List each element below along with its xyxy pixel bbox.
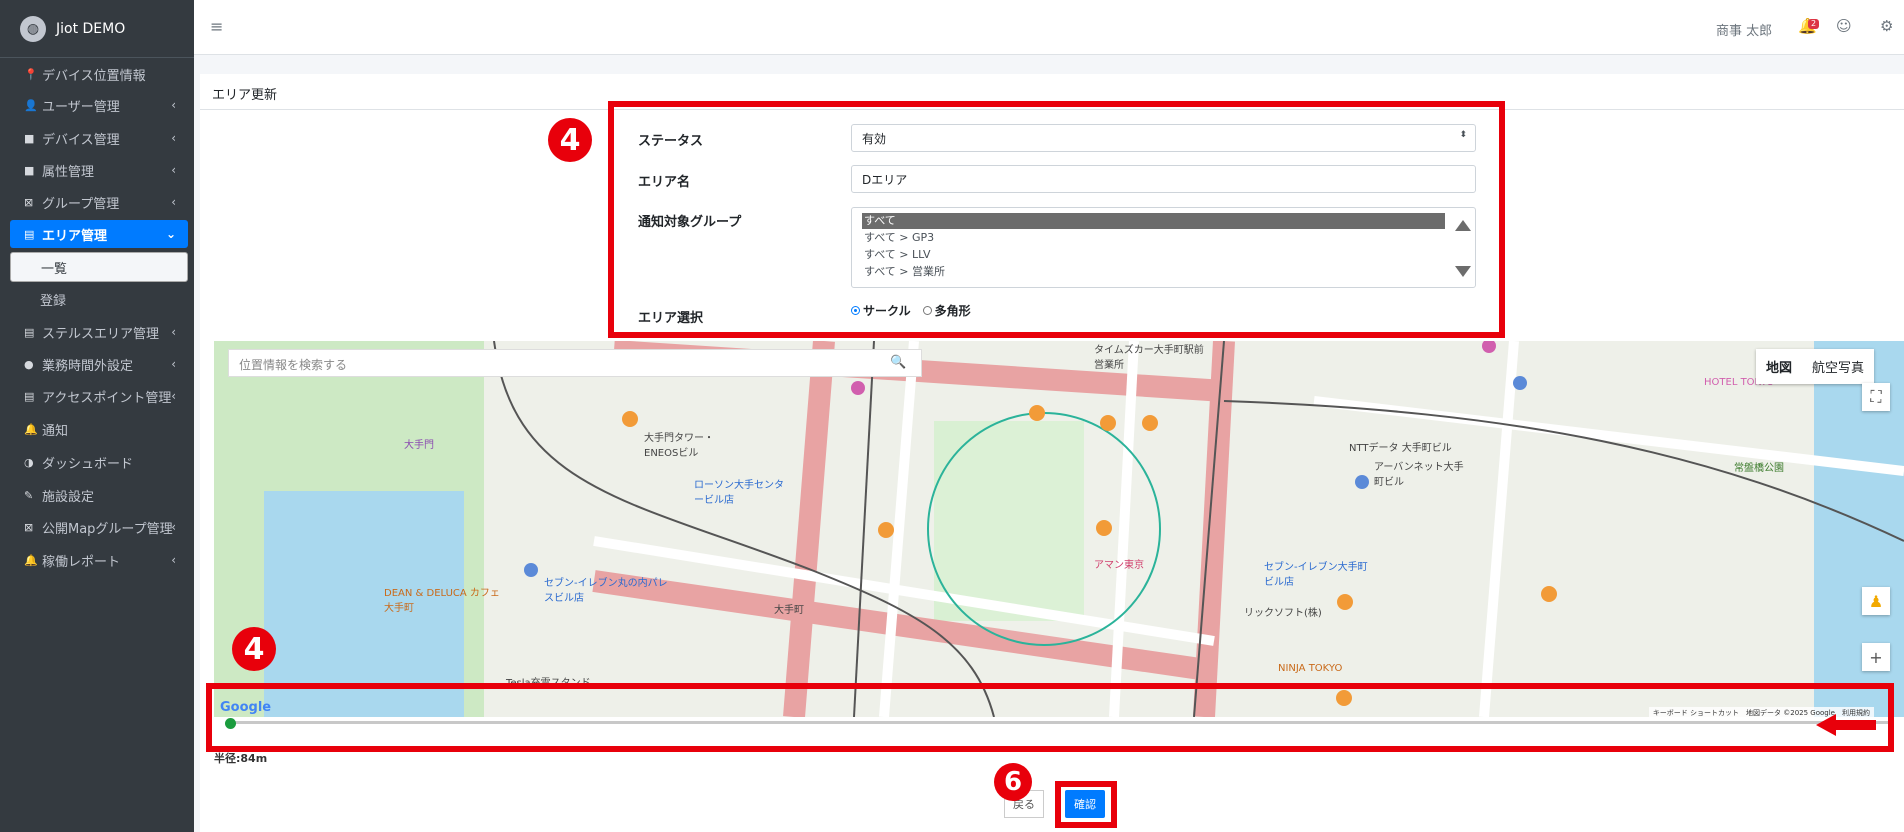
group-icon: ⊠ <box>24 520 34 534</box>
gear-icon[interactable]: ⚙ <box>1880 17 1893 35</box>
user-name[interactable]: 商事 太郎 <box>1716 20 1772 39</box>
map-label: タイムズカー大手町駅前営業所 <box>1094 345 1204 371</box>
sidebar-item-facility[interactable]: ✎ 施設設定 <box>10 481 188 509</box>
bell-icon: 🔔 <box>24 422 38 436</box>
sidebar-item-stealth-area[interactable]: ▤ ステルスエリア管理 ‹ <box>10 318 188 346</box>
chevron-left-icon: ‹ <box>171 389 176 403</box>
app-title: Jiot DEMO <box>56 20 126 37</box>
sidebar-item-access-point[interactable]: ▤ アクセスポイント管理 ‹ <box>10 382 188 410</box>
map-label: NINJA TOKYO <box>1278 663 1343 674</box>
map-label: ローソン大手センタービル店 <box>694 480 784 506</box>
fullscreen-icon[interactable]: ⛶ <box>1862 383 1890 411</box>
sidebar-item-users[interactable]: 👤 ユーザー管理 ‹ <box>10 91 188 119</box>
map-type-toggle: 地図 航空写真 <box>1756 349 1875 384</box>
annotation-number: 6 <box>994 763 1032 801</box>
sidebar-item-public-map-groups[interactable]: ⊠ 公開Mapグループ管理 ‹ <box>10 513 188 541</box>
zoom-in-icon[interactable]: + <box>1862 643 1890 671</box>
map-label: セブン-イレブン大手町ビル店 <box>1264 562 1368 588</box>
chevron-left-icon: ‹ <box>171 163 176 177</box>
annotation-number: 4 <box>548 118 592 162</box>
annotation-box-form <box>608 101 1505 338</box>
chevron-left-icon: ‹ <box>171 520 176 534</box>
map-label: 大手門タワー・ENEOSビル <box>644 433 714 459</box>
sidebar-item-attributes[interactable]: ■ 属性管理 ‹ <box>10 156 188 184</box>
chevron-left-icon: ‹ <box>171 357 176 371</box>
map-label: セブン-イレブン丸の内パレスビル店 <box>544 578 668 604</box>
chevron-left-icon: ‹ <box>171 195 176 209</box>
top-navbar: ≡ 商事 太郎 🔔 2 ☺ ⚙ <box>194 0 1904 55</box>
annotation-box-confirm <box>1055 781 1117 828</box>
sidebar-item-notifications[interactable]: 🔔 通知 <box>10 415 188 443</box>
user-icon: 👤 <box>24 98 38 112</box>
dashboard-icon: ◑ <box>24 455 34 469</box>
map-type-satellite[interactable]: 航空写真 <box>1802 349 1874 384</box>
sidebar-item-devices[interactable]: ■ デバイス管理 ‹ <box>10 124 188 152</box>
map-icon: ▤ <box>24 325 35 339</box>
chevron-left-icon: ‹ <box>171 131 176 145</box>
map-label: 大手門 <box>404 440 434 451</box>
street-view-icon[interactable]: ♟ <box>1862 587 1890 615</box>
bell-icon: 🔔 <box>24 553 38 567</box>
group-icon: ⊠ <box>24 195 34 209</box>
map-label: 大手町 <box>774 605 804 616</box>
map-type-map[interactable]: 地図 <box>1756 349 1802 384</box>
list-icon: ■ <box>24 163 35 177</box>
map-icon: ▤ <box>24 389 35 403</box>
device-icon: ■ <box>24 131 35 145</box>
sidebar-sub-register[interactable]: 登録 <box>10 284 188 314</box>
wrench-icon: ✎ <box>24 488 34 502</box>
map-label: リックソフト(株) <box>1244 608 1322 619</box>
map-label: アーバンネット大手町ビル <box>1374 462 1464 488</box>
sidebar-item-area-management[interactable]: ▤ エリア管理 ⌄ <box>10 220 188 248</box>
sidebar-item-device-location[interactable]: 📍 デバイス位置情報 <box>10 60 188 88</box>
map-label: 常盤橋公園 <box>1734 463 1784 474</box>
notification-badge: 2 <box>1808 19 1819 29</box>
brand[interactable]: ◍ Jiot DEMO <box>0 0 194 58</box>
sidebar-sub-list[interactable]: 一覧 <box>10 252 188 282</box>
map-graphics <box>214 341 1904 717</box>
hamburger-icon[interactable]: ≡ <box>210 17 223 36</box>
map-label: DEAN & DELUCA カフェ 大手町 <box>384 588 500 614</box>
map-icon: ▤ <box>24 227 35 241</box>
sidebar-item-off-hours[interactable]: ● 業務時間外設定 ‹ <box>10 350 188 378</box>
sidebar-item-groups[interactable]: ⊠ グループ管理 ‹ <box>10 188 188 216</box>
sidebar-item-dashboard[interactable]: ◑ ダッシュボード <box>10 448 188 476</box>
radius-value: 半径:84m <box>214 752 268 765</box>
user-icon[interactable]: ☺ <box>1836 17 1852 35</box>
chevron-left-icon: ‹ <box>171 553 176 567</box>
sidebar: ◍ Jiot DEMO 📍 デバイス位置情報 👤 ユーザー管理 ‹ ■ デバイス管理 ‹ … <box>0 0 194 832</box>
chevron-left-icon: ‹ <box>171 325 176 339</box>
map-marker-icon: 📍 <box>24 67 38 81</box>
globe-icon: ◍ <box>20 15 46 42</box>
map-label: NTTデータ 大手町ビル <box>1349 443 1452 454</box>
chevron-left-icon: ‹ <box>171 98 176 112</box>
map-view[interactable]: 大手門 大手門タワー・ENEOSビル ローソン大手センタービル店 セブン-イレブ… <box>214 341 1904 717</box>
map-search-input[interactable]: 位置情報を検索する <box>228 349 922 377</box>
left-arrow-icon <box>1816 714 1876 736</box>
annotation-box-slider <box>206 683 1894 752</box>
search-icon[interactable]: 🔍 <box>890 355 906 370</box>
clock-icon: ● <box>24 357 34 371</box>
chevron-down-icon: ⌄ <box>165 227 176 241</box>
annotation-number: 4 <box>232 627 276 671</box>
sidebar-item-operation-report[interactable]: 🔔 稼働レポート ‹ <box>10 546 188 574</box>
map-label: アマン東京 <box>1094 560 1144 571</box>
